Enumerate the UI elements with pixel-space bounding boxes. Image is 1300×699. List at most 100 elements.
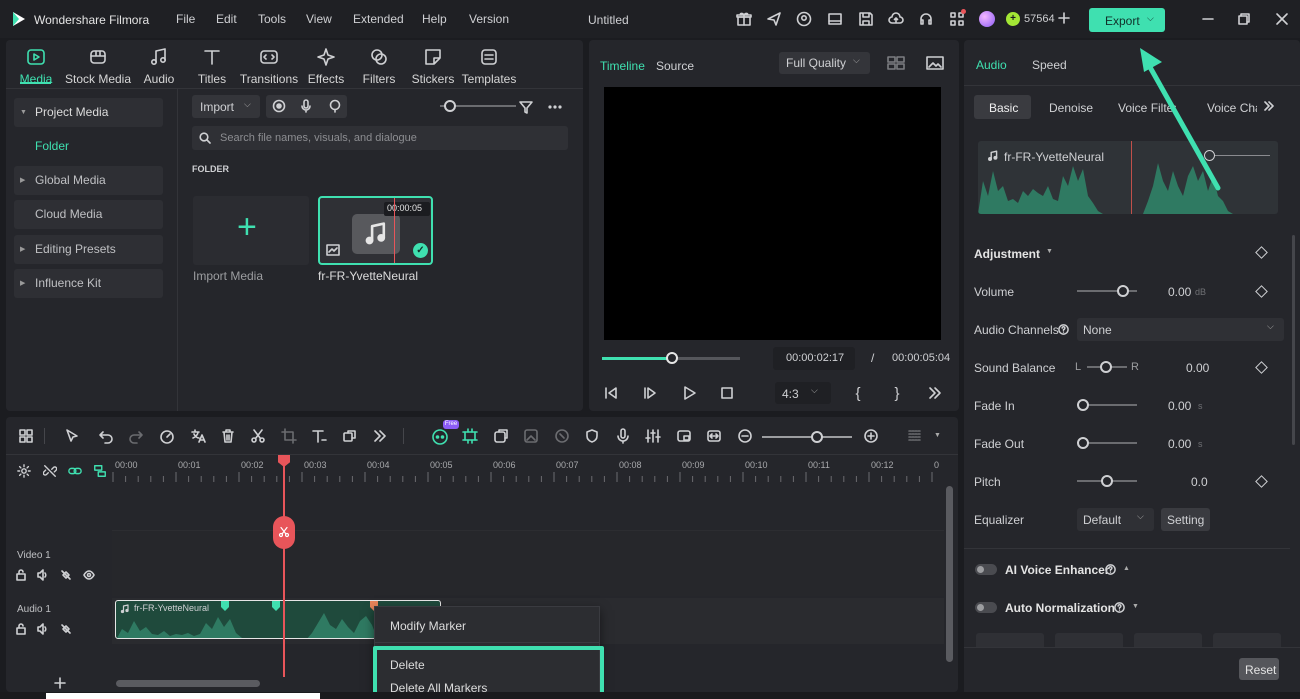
text-tool-icon[interactable] — [309, 426, 329, 446]
sidebar-item-project-media[interactable]: ▼ Project Media — [14, 98, 163, 127]
tab-media[interactable]: Media — [7, 46, 65, 86]
cloud-upload-icon[interactable] — [887, 10, 905, 28]
gift-icon[interactable] — [735, 10, 753, 28]
playhead-line[interactable] — [283, 460, 285, 677]
menu-file[interactable]: File — [176, 12, 195, 26]
minimize-icon[interactable] — [1200, 11, 1216, 27]
link-icon[interactable] — [67, 463, 83, 479]
redo-icon[interactable] — [126, 426, 146, 446]
tab-templates[interactable]: Templates — [459, 46, 519, 86]
auto-normalization-toggle[interactable] — [975, 602, 997, 613]
crop-icon[interactable] — [279, 426, 299, 446]
sidebar-item-folder[interactable]: Folder — [14, 132, 163, 161]
norm-preset-3[interactable] — [1134, 633, 1202, 647]
balance-knob[interactable] — [1100, 361, 1112, 373]
pitch-knob[interactable] — [1101, 475, 1113, 487]
save-icon[interactable] — [857, 10, 875, 28]
headset-icon[interactable] — [917, 10, 935, 28]
prev-frame-icon[interactable] — [602, 384, 620, 402]
zoom-in-icon[interactable] — [861, 426, 881, 446]
lock-icon[interactable] — [14, 622, 28, 636]
audio-mixer-icon[interactable] — [643, 426, 663, 446]
delete-icon[interactable] — [218, 426, 238, 446]
equalizer-setting-button[interactable]: Setting — [1161, 508, 1210, 531]
help-icon[interactable] — [1104, 563, 1116, 575]
norm-preset-4[interactable] — [1213, 633, 1281, 647]
next-frame-icon[interactable] — [641, 384, 659, 402]
microphone-icon[interactable] — [298, 98, 314, 114]
add-credits-icon[interactable] — [1057, 11, 1071, 25]
caret-down-icon[interactable]: ▼ — [1132, 603, 1139, 610]
layout-grid-icon[interactable] — [16, 426, 36, 446]
quality-dropdown[interactable]: Full Quality ⌵ — [779, 52, 870, 74]
hide-audio-icon[interactable] — [59, 568, 73, 582]
menu-tools[interactable]: Tools — [258, 12, 286, 26]
fit-icon[interactable] — [704, 426, 724, 446]
sidebar-item-influence-kit[interactable]: ▶ Influence Kit — [14, 269, 163, 298]
speed-icon[interactable] — [157, 426, 177, 446]
export-button[interactable]: Export ⌵ — [1089, 8, 1165, 32]
unlink-icon[interactable] — [42, 463, 58, 479]
tab-audio-props[interactable]: Audio — [976, 58, 1007, 72]
maximize-icon[interactable] — [1236, 11, 1252, 27]
mark-out-icon[interactable]: } — [889, 384, 905, 402]
snapshot-icon[interactable] — [925, 54, 945, 72]
equalizer-dropdown[interactable]: Default ⌵ — [1077, 508, 1154, 531]
tab-titles[interactable]: Titles — [183, 46, 241, 86]
image-icon[interactable] — [521, 426, 541, 446]
menu-version[interactable]: Version — [469, 12, 509, 26]
tab-speed[interactable]: Speed — [1032, 58, 1067, 72]
more-tools-icon[interactable] — [370, 426, 390, 446]
menu-help[interactable]: Help — [422, 12, 447, 26]
select-pointer-icon[interactable] — [62, 426, 82, 446]
menu-view[interactable]: View — [306, 12, 332, 26]
close-icon[interactable] — [1274, 11, 1290, 27]
sound-balance-value[interactable]: 0.00 — [1186, 361, 1209, 375]
ai-voice-enhancer-toggle[interactable] — [975, 564, 997, 575]
grid-options-icon[interactable] — [905, 426, 925, 446]
filter-icon[interactable] — [517, 98, 535, 116]
tab-effects[interactable]: Effects — [297, 46, 355, 86]
norm-preset-1[interactable] — [976, 633, 1044, 647]
settings-gear-icon[interactable] — [16, 463, 32, 479]
chevron-down-icon[interactable]: ▼ — [934, 432, 941, 439]
shield-icon[interactable] — [582, 426, 602, 446]
norm-preset-2[interactable] — [1055, 633, 1123, 647]
import-dropdown[interactable]: Import ⌵ — [192, 95, 260, 118]
voiceover-mic-icon[interactable] — [613, 426, 633, 446]
tab-filters[interactable]: Filters — [350, 46, 408, 86]
chevron-right-icon[interactable] — [1262, 98, 1276, 114]
subtab-denoise[interactable]: Denoise — [1049, 101, 1093, 115]
caret-down-icon[interactable]: ▼ — [1046, 248, 1053, 255]
sidebar-item-cloud-media[interactable]: Cloud Media — [14, 200, 163, 229]
user-circle-icon[interactable] — [795, 10, 813, 28]
more-controls-icon[interactable] — [926, 384, 944, 402]
fade-in-knob[interactable] — [1077, 399, 1089, 411]
menu-item-modify-marker[interactable]: Modify Marker — [390, 619, 466, 633]
grid-view-icon[interactable] — [886, 54, 906, 72]
picture-in-picture-icon[interactable] — [674, 426, 694, 446]
timeline-vscroll[interactable] — [946, 486, 953, 662]
ai-voice-icon[interactable] — [327, 98, 343, 114]
subtab-basic[interactable]: Basic — [974, 95, 1031, 119]
scissors-icon[interactable] — [248, 426, 268, 446]
audio-channels-dropdown[interactable]: None ⌵ — [1077, 318, 1284, 341]
stop-icon[interactable] — [718, 384, 736, 402]
help-icon[interactable] — [1113, 601, 1125, 613]
timeline-zoom-slider[interactable] — [762, 436, 852, 438]
import-media-tile[interactable]: + — [193, 196, 309, 265]
hide-audio-icon[interactable] — [59, 622, 73, 636]
send-icon[interactable] — [765, 10, 783, 28]
rotate-icon[interactable] — [552, 426, 572, 446]
record-icon[interactable] — [271, 98, 287, 114]
pitch-value[interactable]: 0.0 — [1191, 475, 1208, 489]
tab-audio[interactable]: Audio — [130, 46, 188, 86]
fade-out-value[interactable]: 0.00 — [1168, 437, 1191, 451]
audio-clip-tile[interactable]: 00:00:05 ✓ — [318, 196, 433, 265]
help-icon[interactable] — [1057, 323, 1069, 335]
eye-icon[interactable] — [82, 568, 96, 582]
timeline-hscroll[interactable] — [116, 680, 260, 687]
replace-icon[interactable] — [491, 426, 511, 446]
search-input[interactable]: Search file names, visuals, and dialogue — [192, 126, 568, 150]
more-icon[interactable] — [546, 98, 564, 116]
